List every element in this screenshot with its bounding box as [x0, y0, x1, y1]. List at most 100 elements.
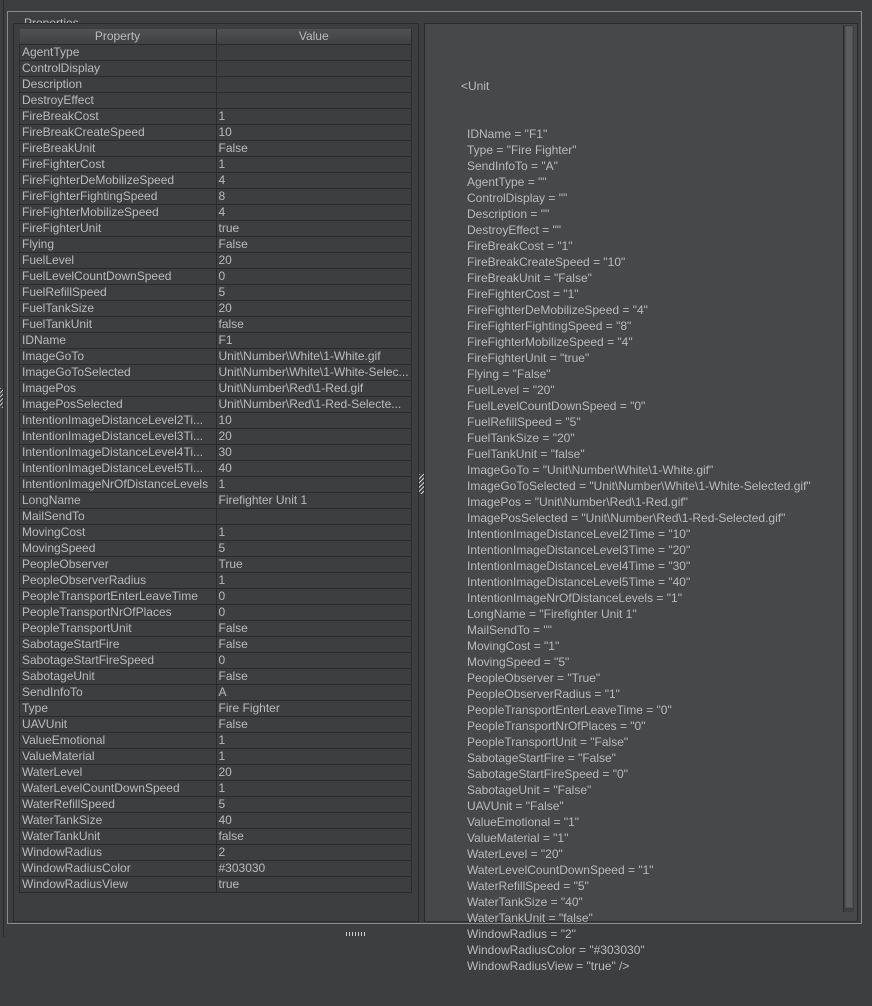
table-row[interactable]: FireFighterDeMobilizeSpeed 4	[19, 172, 412, 189]
property-value-cell[interactable]: 0	[215, 268, 412, 285]
table-row[interactable]: FuelLevelCountDownSpeed 0	[19, 268, 412, 285]
property-name-cell[interactable]: MailSendTo	[19, 508, 217, 525]
property-name-cell[interactable]: WaterRefillSpeed	[19, 796, 217, 813]
property-value-cell[interactable]: 2	[215, 844, 412, 861]
property-name-cell[interactable]: FuelRefillSpeed	[19, 284, 217, 301]
property-name-cell[interactable]: SabotageUnit	[19, 668, 217, 685]
table-row[interactable]: Flying False	[19, 236, 412, 253]
property-value-cell[interactable]: 1	[215, 156, 412, 173]
table-row[interactable]: IntentionImageNrOfDistanceLevels 1	[19, 476, 412, 493]
property-value-cell[interactable]: 20	[215, 428, 412, 445]
table-row[interactable]: ImageGoToSelected Unit\Number\White\1-Whi…	[19, 364, 412, 381]
property-name-cell[interactable]: WindowRadius	[19, 844, 217, 861]
property-name-cell[interactable]: ImagePosSelected	[19, 396, 217, 413]
table-row[interactable]: PeopleTransportEnterLeaveTime 0	[19, 588, 412, 605]
property-name-cell[interactable]: SabotageStartFire	[19, 636, 217, 653]
property-name-cell[interactable]: DestroyEffect	[19, 92, 217, 109]
table-row[interactable]: MovingSpeed 5	[19, 540, 412, 557]
table-row[interactable]: FireFighterMobilizeSpeed 4	[19, 204, 412, 221]
table-row[interactable]: UAVUnit False	[19, 716, 412, 733]
property-value-cell[interactable]: 10	[215, 124, 412, 141]
property-value-cell[interactable]: 1	[215, 476, 412, 493]
property-name-cell[interactable]: SendInfoTo	[19, 684, 217, 701]
property-name-cell[interactable]: PeopleTransportEnterLeaveTime	[19, 588, 217, 605]
table-row[interactable]: WindowRadius 2	[19, 844, 412, 861]
table-row[interactable]: FireBreakCreateSpeed 10	[19, 124, 412, 141]
property-name-cell[interactable]: FireBreakCost	[19, 108, 217, 125]
property-name-cell[interactable]: PeopleTransportNrOfPlaces	[19, 604, 217, 621]
property-value-cell[interactable]: 5	[215, 540, 412, 557]
property-name-cell[interactable]: FireBreakCreateSpeed	[19, 124, 217, 141]
property-value-cell[interactable]: 5	[215, 796, 412, 813]
table-row[interactable]: WaterRefillSpeed 5	[19, 796, 412, 813]
xml-scrollbar-thumb[interactable]	[845, 26, 853, 908]
property-value-cell[interactable]	[215, 76, 412, 93]
property-name-cell[interactable]: WindowRadiusView	[19, 876, 217, 893]
property-name-cell[interactable]: FireFighterCost	[19, 156, 217, 173]
property-value-cell[interactable]: 8	[215, 188, 412, 205]
table-row[interactable]: ValueEmotional 1	[19, 732, 412, 749]
table-row[interactable]: PeopleObserver True	[19, 556, 412, 573]
property-value-cell[interactable]: False	[215, 716, 412, 733]
table-row[interactable]: WaterTankSize 40	[19, 812, 412, 829]
property-name-cell[interactable]: Description	[19, 76, 217, 93]
property-value-cell[interactable]: true	[215, 220, 412, 237]
property-value-cell[interactable]: False	[215, 636, 412, 653]
table-row[interactable]: WindowRadiusView true	[19, 876, 412, 893]
property-name-cell[interactable]: IntentionImageDistanceLevel2Ti...	[19, 412, 217, 429]
property-name-cell[interactable]: WaterTankUnit	[19, 828, 217, 845]
property-name-cell[interactable]: ImageGoToSelected	[19, 364, 217, 381]
table-row[interactable]: WindowRadiusColor #303030	[19, 860, 412, 877]
property-value-cell[interactable]: 1	[215, 732, 412, 749]
table-row[interactable]: FireBreakCost 1	[19, 108, 412, 125]
property-value-cell[interactable]: 20	[215, 764, 412, 781]
table-row[interactable]: SabotageStartFire False	[19, 636, 412, 653]
property-value-cell[interactable]: False	[215, 140, 412, 157]
property-value-cell[interactable]: 20	[215, 300, 412, 317]
table-row[interactable]: PeopleTransportUnit False	[19, 620, 412, 637]
property-value-cell[interactable]: 0	[215, 588, 412, 605]
table-row[interactable]: FireFighterUnit true	[19, 220, 412, 237]
property-value-cell[interactable]: 1	[215, 524, 412, 541]
property-name-cell[interactable]: PeopleTransportUnit	[19, 620, 217, 637]
property-value-cell[interactable]: 1	[215, 108, 412, 125]
property-value-cell[interactable]: Unit\Number\Red\1-Red.gif	[215, 380, 412, 397]
property-value-cell[interactable]: #303030	[215, 860, 412, 877]
table-row[interactable]: IntentionImageDistanceLevel5Ti... 40	[19, 460, 412, 477]
property-value-cell[interactable]: false	[215, 316, 412, 333]
property-value-cell[interactable]: False	[215, 236, 412, 253]
property-value-cell[interactable]: 40	[215, 812, 412, 829]
table-row[interactable]: PeopleObserverRadius 1	[19, 572, 412, 589]
table-row[interactable]: PeopleTransportNrOfPlaces 0	[19, 604, 412, 621]
property-name-cell[interactable]: WaterTankSize	[19, 812, 217, 829]
property-value-cell[interactable]: 1	[215, 572, 412, 589]
table-row[interactable]: FireFighterFightingSpeed 8	[19, 188, 412, 205]
property-name-cell[interactable]: FuelTankUnit	[19, 316, 217, 333]
table-row[interactable]: FuelLevel 20	[19, 252, 412, 269]
table-row[interactable]: IntentionImageDistanceLevel4Ti... 30	[19, 444, 412, 461]
property-name-cell[interactable]: ImagePos	[19, 380, 217, 397]
table-row[interactable]: ImageGoTo Unit\Number\White\1-White.gif	[19, 348, 412, 365]
column-header-value[interactable]: Value	[216, 29, 412, 45]
table-row[interactable]: SendInfoTo A	[19, 684, 412, 701]
table-row[interactable]: LongName Firefighter Unit 1	[19, 492, 412, 509]
property-value-cell[interactable]	[215, 92, 412, 109]
table-row[interactable]: SabotageStartFireSpeed 0	[19, 652, 412, 669]
property-value-cell[interactable]: 30	[215, 444, 412, 461]
table-row[interactable]: ValueMaterial 1	[19, 748, 412, 765]
property-name-cell[interactable]: IntentionImageNrOfDistanceLevels	[19, 476, 217, 493]
property-name-cell[interactable]: FuelLevel	[19, 252, 217, 269]
table-row[interactable]: MovingCost 1	[19, 524, 412, 541]
property-value-cell[interactable]	[215, 508, 412, 525]
table-row[interactable]: ImagePosSelected Unit\Number\Red\1-Red-Se…	[19, 396, 412, 413]
property-value-cell[interactable]	[215, 44, 412, 61]
property-name-cell[interactable]: FireFighterFightingSpeed	[19, 188, 217, 205]
property-name-cell[interactable]: FuelTankSize	[19, 300, 217, 317]
property-value-cell[interactable]: Unit\Number\Red\1-Red-Selecte...	[215, 396, 412, 413]
table-row[interactable]: FuelRefillSpeed 5	[19, 284, 412, 301]
property-name-cell[interactable]: ValueMaterial	[19, 748, 217, 765]
property-name-cell[interactable]: IntentionImageDistanceLevel5Ti...	[19, 460, 217, 477]
table-row[interactable]: FireBreakUnit False	[19, 140, 412, 157]
property-name-cell[interactable]: IntentionImageDistanceLevel3Ti...	[19, 428, 217, 445]
property-name-cell[interactable]: FuelLevelCountDownSpeed	[19, 268, 217, 285]
